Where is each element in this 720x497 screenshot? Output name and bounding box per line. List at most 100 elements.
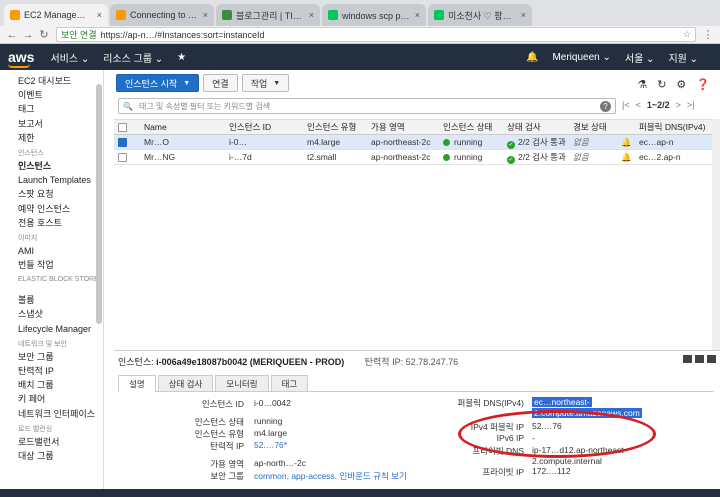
- close-tab-icon[interactable]: ×: [415, 10, 420, 20]
- close-tab-icon[interactable]: ×: [203, 10, 208, 20]
- column-header[interactable]: 경보 상태: [570, 121, 618, 133]
- sidebar-item[interactable]: 이벤트: [18, 88, 103, 102]
- search-help-icon[interactable]: ?: [600, 100, 611, 112]
- layout-bottom-icon[interactable]: [695, 355, 704, 363]
- column-header[interactable]: 인스턴스 유형: [304, 121, 368, 133]
- user-menu[interactable]: Meriqueen ⌄: [552, 52, 610, 63]
- sidebar-item[interactable]: 전용 호스트: [18, 216, 103, 230]
- cell-state-text: running: [454, 137, 483, 147]
- first-page-icon[interactable]: |<: [622, 100, 630, 110]
- sidebar-item[interactable]: 탄력적 IP: [18, 364, 103, 378]
- detail-tab[interactable]: 상태 검사: [157, 375, 214, 391]
- sidebar-item[interactable]: 예약 인스턴스: [18, 202, 103, 216]
- close-tab-icon[interactable]: ×: [97, 10, 102, 20]
- sidebar-item[interactable]: 배치 그룹: [18, 378, 103, 392]
- sidebar-item[interactable]: 태그: [18, 102, 103, 116]
- column-header[interactable]: Name: [130, 122, 226, 132]
- layout-full-icon[interactable]: [707, 355, 716, 363]
- refresh-icon[interactable]: ↻: [657, 78, 666, 91]
- detail-value[interactable]: common, app-access. 인바운드 규칙 보기: [254, 470, 407, 482]
- table-row[interactable]: Mr…NG i-…7d t2.small ap-northeast-2c running…: [114, 150, 720, 165]
- launch-instance-button[interactable]: 인스턴스 시작 ▼: [116, 74, 200, 92]
- browser-tab[interactable]: 블로그관리 | TISTORY ×: [216, 4, 320, 26]
- last-page-icon[interactable]: >|: [687, 100, 695, 110]
- page-count: 1~2/2: [646, 100, 670, 110]
- support-menu[interactable]: 지원 ⌄: [668, 50, 698, 65]
- sidebar-section-heading: 네트워크 및 보안: [18, 340, 67, 348]
- table-row[interactable]: Mr…O i-0… m4.large ap-northeast-2c running ✓ 2…: [114, 135, 720, 150]
- column-header[interactable]: 인스턴스 ID: [226, 121, 304, 133]
- row-checkbox[interactable]: [117, 152, 127, 162]
- cell-name: Mr…O: [144, 137, 170, 147]
- sidebar-item[interactable]: 스냅샷: [18, 307, 103, 321]
- layout-top-icon[interactable]: [683, 355, 692, 363]
- reload-icon[interactable]: ↻: [36, 28, 52, 41]
- table-scrollbar[interactable]: [712, 119, 720, 389]
- sidebar-item[interactable]: 대상 그룹: [18, 449, 103, 463]
- alarm-bell-icon[interactable]: 🔔: [621, 137, 632, 147]
- filter-search-input[interactable]: 🔍 태그 및 속성별 필터 또는 키워드별 검색 ?: [118, 98, 616, 114]
- back-icon[interactable]: ←: [4, 29, 20, 41]
- sidebar-item[interactable]: 보안 그룹: [18, 350, 103, 364]
- close-tab-icon[interactable]: ×: [309, 10, 314, 20]
- cell-public-dns: ec…ap-n: [639, 137, 674, 147]
- toolbar-icons: ⚗ ↻ ⚙ ❓: [637, 78, 710, 91]
- sidebar-scrollbar[interactable]: [96, 84, 102, 324]
- detail-label: 인스턴스 ID: [201, 399, 244, 409]
- detail-tab[interactable]: 설명: [118, 375, 156, 392]
- alarm-bell-icon[interactable]: 🔔: [621, 152, 632, 162]
- help-icon[interactable]: ❓: [696, 78, 710, 91]
- detail-value[interactable]: 52.…76*: [254, 440, 287, 450]
- actions-button[interactable]: 작업 ▼: [241, 74, 290, 92]
- resource-groups-menu[interactable]: 리소스 그룹 ⌄: [103, 50, 163, 65]
- next-page-icon[interactable]: >: [676, 100, 681, 110]
- sidebar-item[interactable]: 보고서: [18, 117, 103, 131]
- instance-toolbar: 인스턴스 시작 ▼ 연결 작업 ▼: [116, 74, 290, 94]
- browser-tab[interactable]: Connecting to Your Lin ×: [110, 4, 214, 26]
- region-menu[interactable]: 서울 ⌄: [625, 50, 655, 65]
- sidebar-item[interactable]: 번들 작업: [18, 258, 103, 272]
- detail-tab[interactable]: 모니터링: [215, 375, 269, 391]
- sidebar-item[interactable]: 키 페어: [18, 392, 103, 406]
- favicon-icon: [116, 10, 126, 20]
- pin-icon[interactable]: ★: [177, 52, 186, 63]
- connect-button[interactable]: 연결: [203, 74, 238, 92]
- services-menu[interactable]: 서비스 ⌄: [50, 50, 89, 65]
- sidebar-item[interactable]: 인스턴스: [18, 159, 103, 173]
- forward-icon[interactable]: →: [20, 29, 36, 41]
- sidebar-section-heading: ELASTIC BLOCK STORE: [18, 276, 99, 284]
- detail-tab[interactable]: 태그: [270, 375, 309, 391]
- browser-tab[interactable]: windows scp ppk : 네이 ×: [322, 4, 426, 26]
- sidebar-item[interactable]: Lifecycle Manager: [18, 322, 103, 336]
- aws-logo[interactable]: aws: [8, 49, 35, 68]
- menu-dots-icon[interactable]: ⋮: [700, 28, 716, 41]
- sidebar-item[interactable]: Launch Templates: [18, 173, 103, 187]
- sidebar-item[interactable]: 스팟 요청: [18, 187, 103, 201]
- browser-tab[interactable]: EC2 Management Conso ×: [4, 4, 108, 26]
- aws-logo-text: aws: [8, 49, 35, 65]
- sidebar-item[interactable]: EC2 대시보드: [18, 74, 103, 88]
- detail-value: ec…northeast-: [532, 397, 592, 407]
- gear-icon[interactable]: ⚙: [676, 78, 686, 91]
- bookmark-star-icon[interactable]: ☆: [683, 29, 691, 40]
- detail-value: 172.…112: [532, 466, 571, 476]
- sidebar-item[interactable]: AMI: [18, 244, 103, 258]
- column-header[interactable]: 인스턴스 상태: [440, 121, 504, 133]
- sidebar-item[interactable]: 로드밸런서: [18, 435, 103, 449]
- column-header[interactable]: 퍼블릭 DNS(IPv4): [636, 121, 720, 133]
- browser-tab[interactable]: 미소천사 ♡ 팜팜 ~ 텅지 ×: [428, 4, 532, 26]
- prev-page-icon[interactable]: <: [636, 100, 641, 110]
- row-checkbox[interactable]: [117, 137, 127, 147]
- flask-icon[interactable]: ⚗: [637, 78, 647, 91]
- sidebar-item[interactable]: 제한: [18, 131, 103, 145]
- sidebar-item[interactable]: 네트워크 인터페이스: [18, 407, 103, 421]
- select-all-checkbox[interactable]: [117, 122, 127, 132]
- column-header[interactable]: 상태 검사: [504, 121, 570, 133]
- sidebar-item[interactable]: 볼륨: [18, 293, 103, 307]
- column-header[interactable]: 가용 영역: [368, 121, 440, 133]
- browser-tab-title: EC2 Management Conso: [24, 10, 93, 20]
- check-passed-icon: ✓: [507, 155, 515, 164]
- bell-icon[interactable]: 🔔: [526, 52, 538, 63]
- url-input[interactable]: 보안 연결 https://ap-n…/#Instances:sort=inst…: [56, 27, 696, 42]
- close-tab-icon[interactable]: ×: [521, 10, 526, 20]
